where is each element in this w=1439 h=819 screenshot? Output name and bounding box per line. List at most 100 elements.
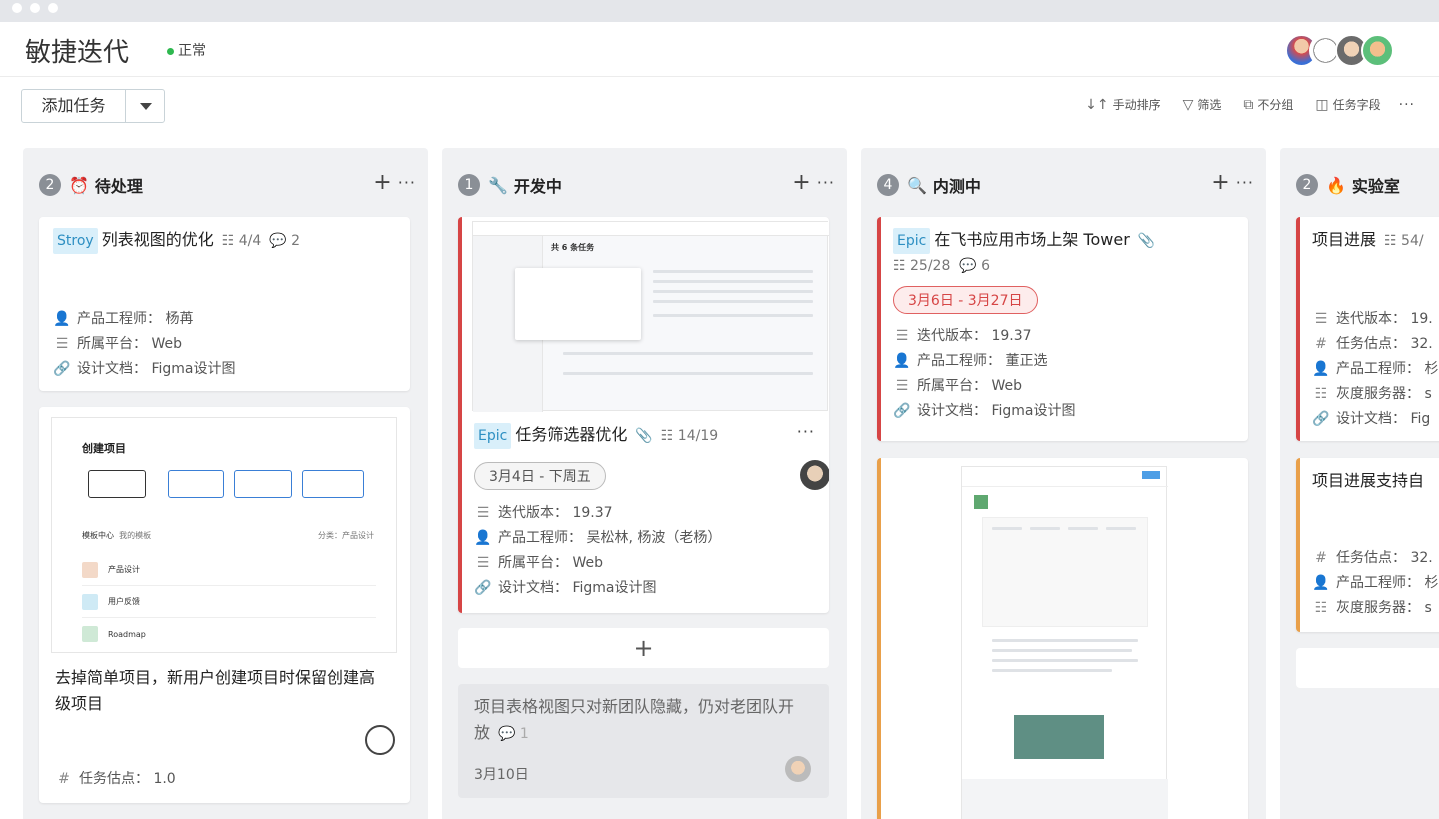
column-count: 2 [1296, 174, 1318, 196]
field-row: 👤 产品工程师： 吴松林, 杨波（老杨） [474, 526, 721, 551]
field-text: 任务估点： 1.0 [79, 771, 176, 787]
status-label: 正常 [178, 43, 206, 59]
avatar[interactable] [365, 725, 395, 755]
avatar[interactable] [1361, 34, 1394, 67]
field-row: # 任务估点： 1.0 [55, 767, 176, 792]
field-row: 🔗 设计文档： Figma设计图 [53, 357, 235, 382]
fields-icon: ◫ [1315, 96, 1329, 113]
add-icon[interactable]: + [792, 170, 810, 196]
field-row: ☰ 迭代版本： 19. [1312, 307, 1438, 332]
card-fields: # 任务估点： 32. 👤 产品工程师： 杉 ☷ 灰度服务器： s [1312, 546, 1438, 621]
more-icon[interactable]: ··· [398, 170, 416, 196]
field-row: 🔗 设计文档： Figma设计图 [893, 399, 1236, 424]
task-card[interactable]: 创建项目 模板中心 我的模板 分类：产品设计 产品设计 用户反馈 Roadmap… [39, 407, 410, 803]
group-icon: ⧉ [1243, 96, 1254, 113]
card-fields: ☰ 迭代版本： 19.37 👤 产品工程师： 董正选 ☰ 所属平台： Web 🔗 设计文… [893, 324, 1236, 424]
add-card-button[interactable] [1296, 648, 1439, 688]
cover-tabs: 模板中心 我的模板 [82, 530, 151, 541]
person-icon: 👤 [1312, 575, 1330, 591]
field-text: 所属平台： Web [77, 336, 182, 352]
wrench-icon: 🔧 [488, 175, 508, 195]
subtask-count: ☷ 54/ [1384, 233, 1424, 249]
link-icon: 🔗 [53, 361, 71, 377]
column-header: 4 🔍 内测中 [877, 170, 981, 200]
filter-icon: ▽ [1182, 96, 1194, 113]
column-title: 实验室 [1351, 177, 1400, 196]
card-date: 3月4日 - 下周五 [474, 462, 606, 490]
window-dot[interactable] [30, 3, 40, 13]
subtask-value: 4/4 [238, 233, 262, 249]
link-icon: 🔗 [893, 403, 911, 419]
field-text: 任务估点： 32. [1336, 550, 1433, 566]
column-testing: 4 🔍 内测中 + ··· Epic 在飞书应用市场上架 Tower 📎 ☷ 25/2… [861, 148, 1266, 819]
card-title-row: Epic 在飞书应用市场上架 Tower 📎 [893, 227, 1236, 254]
task-card[interactable] [877, 458, 1248, 819]
add-card-button[interactable]: + [458, 628, 829, 668]
task-card[interactable]: 项目进展 ☷ 54/ ☰ 迭代版本： 19. # 任务估点： 32. 👤 产品工程师： … [1296, 217, 1439, 441]
add-task-label[interactable]: 添加任务 [22, 90, 126, 122]
field-row: ☰ 所属平台： Web [893, 374, 1236, 399]
comment-value: 2 [291, 233, 301, 249]
hash-icon: # [1315, 336, 1327, 352]
column-title: 待处理 [94, 177, 143, 196]
subtask-value: 54/ [1401, 233, 1424, 249]
add-icon[interactable]: + [373, 170, 391, 196]
task-card[interactable]: Epic 在飞书应用市场上架 Tower 📎 ☷ 25/28 💬 6 3月6日 - … [877, 217, 1248, 441]
card-title: 列表视图的优化 [101, 230, 214, 249]
server-icon: ☷ [1314, 600, 1328, 616]
column-title: 内测中 [932, 177, 981, 196]
task-card[interactable]: 项目表格视图只对新团队隐藏，仍对老团队开放 💬 1 3月10日 [458, 684, 829, 798]
card-more-icon[interactable]: ··· [797, 422, 815, 441]
field-row: ☰ 所属平台： Web [53, 332, 235, 357]
add-icon[interactable]: + [1211, 170, 1229, 196]
card-title-row: Epic 任务筛选器优化 📎 ☷ 14/19 [474, 422, 824, 449]
window-dot[interactable] [48, 3, 58, 13]
column-lab: 2 🔥 实验室 项目进展 ☷ 54/ ☰ 迭代版本： 19. # 任务估点： 32. … [1280, 148, 1439, 819]
field-row: 👤 产品工程师： 杨苒 [53, 307, 235, 332]
link-icon: 🔗 [1312, 411, 1330, 427]
cover-list: 产品设计 用户反馈 Roadmap [82, 554, 376, 650]
field-row: 🔗 设计文档： Fig [1312, 407, 1438, 432]
card-title: 项目进展 [1312, 230, 1377, 249]
comment-count: 💬 1 [498, 726, 529, 742]
view-tools: ↓↑ 手动排序 ▽ 筛选 ⧉ 不分组 ◫ 任务字段 ··· [1063, 96, 1415, 113]
window-dot[interactable] [12, 3, 22, 13]
task-card[interactable]: 共 6 条任务 Epic 任务筛选器优化 📎 ☷ 14/19 ··· 3月4日 - 下… [458, 217, 829, 613]
comment-value: 1 [519, 726, 529, 742]
avatar[interactable] [800, 460, 829, 490]
cover-item: 产品设计 [108, 565, 140, 574]
field-row: ☰ 迭代版本： 19.37 [893, 324, 1236, 349]
list-icon: ☰ [476, 505, 490, 521]
field-text: 灰度服务器： s [1336, 386, 1432, 402]
task-card[interactable]: 项目进展支持自 # 任务估点： 32. 👤 产品工程师： 杉 ☷ 灰度服务器： s [1296, 458, 1439, 632]
avatar[interactable] [785, 756, 811, 782]
sort-button[interactable]: ↓↑ 手动排序 [1085, 96, 1160, 113]
person-icon: 👤 [53, 311, 71, 327]
more-icon[interactable]: ··· [817, 170, 835, 196]
field-row: 🔗 设计文档： Figma设计图 [474, 576, 721, 601]
add-task-dropdown[interactable] [126, 90, 164, 122]
card-cover-image: 创建项目 模板中心 我的模板 分类：产品设计 产品设计 用户反馈 Roadmap [51, 417, 397, 653]
task-card[interactable]: Stroy 列表视图的优化 ☷ 4/4 💬 2 👤 产品工程师： 杨苒 ☰ 所属平台： W… [39, 217, 410, 391]
card-tag: Epic [893, 228, 931, 254]
filter-button[interactable]: ▽ 筛选 [1183, 96, 1222, 113]
field-text: 迭代版本： 19.37 [498, 505, 613, 521]
list-icon: ☰ [1314, 311, 1328, 327]
comment-count: 💬 6 [959, 258, 991, 274]
status-badge[interactable]: 正常 [167, 40, 206, 60]
subtask-value: 25/28 [910, 258, 951, 274]
attachment-icon: 📎 [635, 428, 653, 444]
fire-icon: 🔥 [1326, 175, 1346, 195]
more-icon[interactable]: ··· [1236, 170, 1254, 196]
person-icon: 👤 [1312, 361, 1330, 377]
attachment-icon: 📎 [1137, 233, 1156, 249]
card-cover-image: 共 6 条任务 [472, 221, 829, 412]
hash-icon: # [1315, 550, 1327, 566]
card-title: 项目进展支持自 [1312, 471, 1425, 490]
add-task-button[interactable]: 添加任务 [21, 89, 165, 123]
cover-tab: 模板中心 [82, 531, 114, 540]
more-button[interactable]: ··· [1399, 97, 1415, 113]
group-button[interactable]: ⧉ 不分组 [1243, 96, 1293, 113]
fields-button[interactable]: ◫ 任务字段 [1315, 96, 1380, 113]
card-fields: ☰ 迭代版本： 19. # 任务估点： 32. 👤 产品工程师： 杉 ☷ 灰度服务器： … [1312, 307, 1438, 432]
